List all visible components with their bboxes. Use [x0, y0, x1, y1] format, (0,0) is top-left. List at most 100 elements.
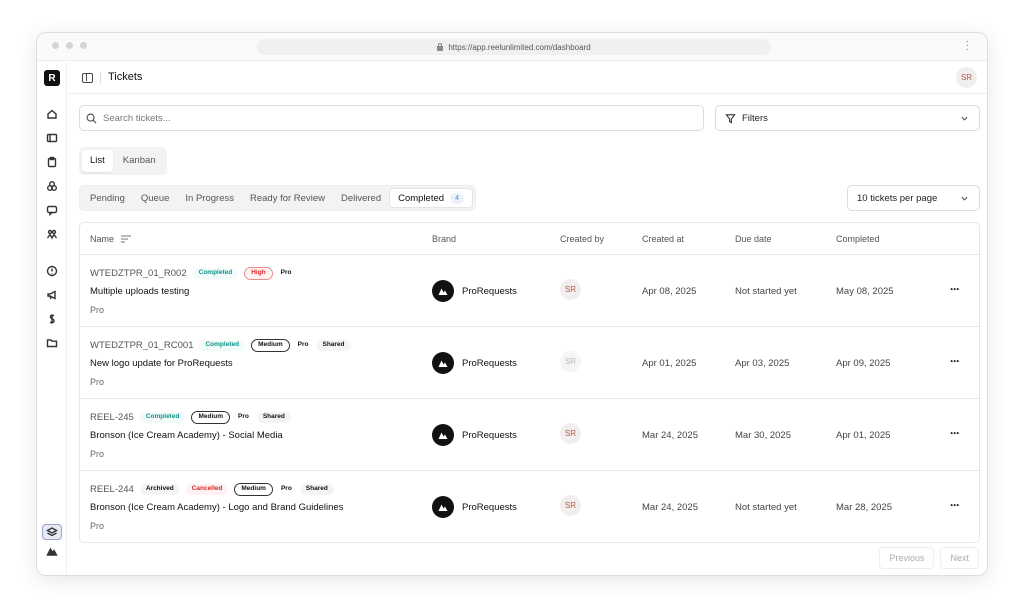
chevron-down-icon [961, 116, 968, 121]
status-badge: High [244, 267, 273, 280]
page-title: Tickets [108, 71, 143, 83]
search-icon [86, 113, 97, 124]
search-input[interactable] [103, 112, 663, 124]
per-page-label: 10 tickets per page [857, 192, 938, 204]
info-icon[interactable] [45, 264, 59, 278]
created-at: Mar 24, 2025 [642, 502, 698, 513]
browser-chrome: https://app.reelunlimited.com/dashboard … [37, 33, 987, 61]
browser-window: https://app.reelunlimited.com/dashboard … [36, 32, 988, 576]
status-badge: Medium [251, 339, 290, 352]
ticket-id: REEL-245 [90, 411, 134, 423]
home-icon[interactable] [45, 107, 59, 121]
creator-avatar: SR [560, 423, 581, 444]
sort-icon[interactable] [121, 235, 132, 243]
header-name[interactable]: Name [90, 234, 132, 244]
billing-icon[interactable] [45, 312, 59, 326]
window-maximize-dot[interactable] [80, 42, 87, 49]
browser-menu-icon[interactable]: · · · [966, 37, 969, 55]
divider [100, 72, 101, 84]
header-brand: Brand [432, 234, 457, 244]
status-badge: Pro [238, 413, 249, 420]
brand-logo-icon [432, 424, 454, 446]
filters-label: Filters [742, 112, 768, 124]
brand-cell[interactable]: ProRequests [432, 424, 517, 446]
brands-icon[interactable] [45, 179, 59, 193]
ticket-icon[interactable] [45, 131, 59, 145]
tab-in-progress[interactable]: In Progress [177, 188, 242, 208]
brand-name: ProRequests [462, 429, 517, 441]
created-at: Apr 08, 2025 [642, 286, 697, 297]
creator-avatar: SR [560, 279, 581, 300]
ticket-title[interactable]: New logo update for ProRequests [90, 358, 233, 369]
completed-date: Mar 28, 2025 [836, 502, 892, 513]
ticket-id: WTEDZTPR_01_R002 [90, 267, 187, 279]
app-logo[interactable]: R [44, 70, 60, 86]
brand-cell[interactable]: ProRequests [432, 280, 517, 302]
ticket-id: WTEDZTPR_01_RC001 [90, 339, 194, 351]
tab-pending[interactable]: Pending [82, 188, 133, 208]
table-row[interactable]: REEL-245 Completed Medium Pro Shared Bronson … [80, 399, 979, 471]
ticket-title[interactable]: Bronson (Ice Cream Academy) - Logo and B… [90, 502, 343, 513]
clipboard-icon[interactable] [45, 155, 59, 169]
due-date: Not started yet [735, 286, 797, 297]
status-badge: Completed [192, 268, 239, 279]
brand-cell[interactable]: ProRequests [432, 496, 517, 518]
ticket-id: REEL-244 [90, 483, 134, 495]
status-badge: Medium [234, 483, 273, 496]
brand-logo-icon [432, 496, 454, 518]
status-badge: Medium [191, 411, 230, 424]
tab-completed[interactable]: Completed 4 [389, 188, 473, 208]
chat-icon[interactable] [45, 203, 59, 217]
ticket-id-line: WTEDZTPR_01_RC001 Completed Medium Pro Share… [90, 339, 351, 352]
ticket-id-line: WTEDZTPR_01_R002 Completed High Pro [90, 267, 294, 280]
toggle-sidebar-icon[interactable] [82, 73, 93, 83]
header-name-label: Name [90, 234, 115, 244]
user-avatar[interactable]: SR [956, 67, 977, 88]
ticket-plan: Pro [90, 377, 105, 387]
due-date: Mar 30, 2025 [735, 430, 791, 441]
status-badge: Pro [280, 485, 292, 492]
megaphone-icon[interactable] [45, 288, 59, 302]
team-icon[interactable] [45, 227, 59, 241]
filter-icon [725, 113, 736, 124]
window-close-dot[interactable] [52, 42, 59, 49]
address-bar[interactable]: https://app.reelunlimited.com/dashboard [257, 39, 771, 55]
sidebar: R [37, 62, 67, 575]
table-header: Name Brand Created by Created at Due dat… [80, 223, 979, 255]
more-actions-icon[interactable]: ··· [950, 354, 960, 368]
header-due-date: Due date [735, 234, 772, 244]
table-row[interactable]: REEL-244 Archived Cancelled Medium Pro Shared… [80, 471, 979, 542]
folder-icon[interactable] [45, 336, 59, 350]
header-created-by: Created by [560, 234, 605, 244]
search-box[interactable] [79, 105, 704, 131]
created-at: Apr 01, 2025 [642, 358, 697, 369]
table-row[interactable]: WTEDZTPR_01_R002 Completed High Pro Multiple… [80, 255, 979, 327]
more-actions-icon[interactable]: ··· [950, 426, 960, 440]
filters-dropdown[interactable]: Filters [715, 105, 980, 131]
status-badge: Completed [199, 340, 246, 351]
tab-ready-for-review[interactable]: Ready for Review [242, 188, 333, 208]
tab-queue[interactable]: Queue [133, 188, 178, 208]
next-button[interactable]: Next [940, 547, 979, 569]
creator-avatar: SR [560, 495, 581, 516]
ticket-title[interactable]: Bronson (Ice Cream Academy) - Social Med… [90, 430, 283, 441]
previous-button[interactable]: Previous [879, 547, 935, 569]
brand-cell[interactable]: ProRequests [432, 352, 517, 374]
ticket-id-line: REEL-244 Archived Cancelled Medium Pro Shared [90, 483, 334, 496]
table-row[interactable]: WTEDZTPR_01_RC001 Completed Medium Pro Share… [80, 327, 979, 399]
layers-icon[interactable] [42, 524, 62, 540]
status-badge: Pro [297, 341, 309, 348]
tab-delivered[interactable]: Delivered [333, 188, 389, 208]
per-page-select[interactable]: 10 tickets per page [847, 185, 980, 211]
view-kanban-tab[interactable]: Kanban [115, 150, 164, 172]
completed-date: Apr 09, 2025 [836, 358, 891, 369]
more-actions-icon[interactable]: ··· [950, 282, 960, 296]
window-minimize-dot[interactable] [66, 42, 73, 49]
completed-date: May 08, 2025 [836, 286, 894, 297]
ticket-plan: Pro [90, 305, 105, 315]
status-badge: Archived [139, 484, 180, 495]
more-actions-icon[interactable]: ··· [950, 498, 960, 512]
view-list-tab[interactable]: List [82, 150, 113, 172]
workspace-logo-icon[interactable] [45, 544, 59, 558]
ticket-title[interactable]: Multiple uploads testing [90, 286, 189, 297]
